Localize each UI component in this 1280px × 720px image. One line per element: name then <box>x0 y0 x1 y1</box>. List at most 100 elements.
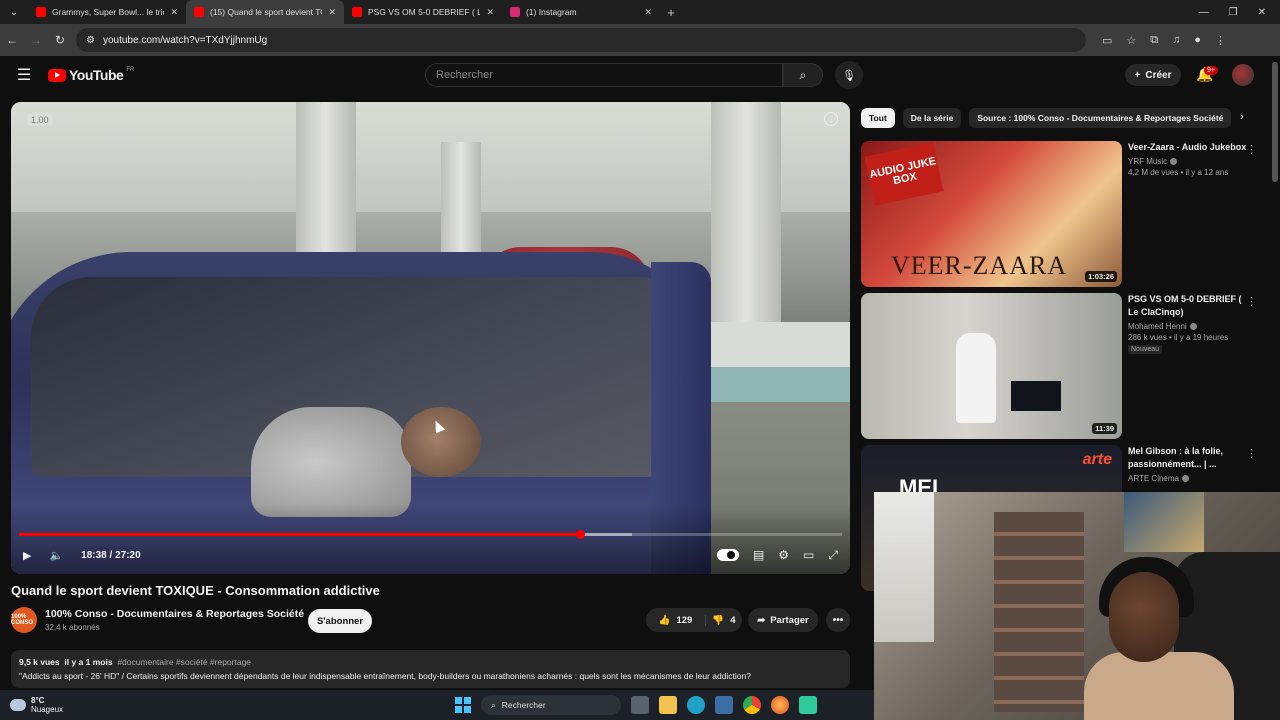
description-box[interactable]: 9,5 k vues il y a 1 mois #documentaire #… <box>11 650 850 688</box>
back-arrow-icon[interactable]: ← <box>0 33 24 47</box>
recommendation-meta: 286 k vues • il y a 19 heures <box>1128 333 1229 342</box>
profile-icon[interactable]: ● <box>1194 34 1201 46</box>
video-thumbnail[interactable]: AUDIO JUKE BOX VEER-ZAARA 1:03:26 <box>861 141 1122 287</box>
youtube-logo[interactable]: YouTube FR <box>48 67 134 83</box>
theater-mode-icon[interactable]: ▭ <box>803 548 814 562</box>
video-player[interactable]: 1.00 i ▶ 🔈 18:38 / 27:20 ▤ ⚙ ▭ ⤢ <box>11 102 850 574</box>
close-window-icon[interactable]: ✕ <box>1258 7 1266 18</box>
verified-check-icon <box>1170 158 1178 166</box>
share-button[interactable]: ➦ Partager <box>748 608 818 632</box>
more-options-icon[interactable]: ⋮ <box>1246 447 1257 460</box>
search-icon: ⌕ <box>799 67 807 82</box>
maximize-icon[interactable]: ❐ <box>1229 7 1238 18</box>
tab-search-icon[interactable]: ⌄ <box>0 0 28 24</box>
recommendation-channel: YRF Music <box>1128 157 1253 166</box>
taskbar-center: ⌕ Rechercher <box>455 695 817 715</box>
recommendation-title[interactable]: Mel Gibson : à la folie, passionnément..… <box>1128 445 1253 471</box>
forward-arrow-icon[interactable]: → <box>24 33 48 47</box>
subscribe-button[interactable]: S'abonner <box>308 609 372 633</box>
recommendation-item[interactable]: AUDIO JUKE BOX VEER-ZAARA 1:03:26 Veer-Z… <box>861 141 1271 289</box>
minimize-icon[interactable]: — <box>1199 7 1209 18</box>
taskbar-search[interactable]: ⌕ Rechercher <box>481 695 621 715</box>
chip-all[interactable]: Tout <box>861 108 895 128</box>
dislike-button[interactable]: 👎 4 <box>706 615 742 626</box>
recommendation-item[interactable]: 11:39 PSG VS OM 5-0 DEBRIEF ( Le ClaCinq… <box>861 293 1271 441</box>
close-tab-icon[interactable]: ✕ <box>644 7 652 18</box>
extensions-puzzle-icon[interactable]: ⧉ <box>1150 34 1158 47</box>
reload-icon[interactable]: ↻ <box>48 33 72 47</box>
window-controls: — ❐ ✕ <box>1199 7 1280 18</box>
create-button[interactable]: + Créer <box>1125 64 1181 86</box>
fullscreen-icon[interactable]: ⤢ <box>828 548 838 563</box>
recommendation-channel: Mohamed Henni <box>1128 322 1253 331</box>
description-text: "Addicts au sport - 26' HD" / Certains s… <box>19 671 751 681</box>
progress-bar[interactable] <box>19 530 842 539</box>
settings-gear-icon[interactable]: ⚙ <box>778 548 789 562</box>
search-button[interactable]: ⌕ <box>783 63 823 87</box>
site-info-icon[interactable]: ⚙ <box>86 35 95 46</box>
more-actions-button[interactable]: ••• <box>826 608 850 632</box>
subtitles-icon[interactable]: ▤ <box>753 548 764 562</box>
cast-icon[interactable]: ▭ <box>1102 34 1112 47</box>
chip-series[interactable]: De la série <box>902 108 962 128</box>
file-explorer-icon[interactable] <box>659 696 677 714</box>
webcam-shelf <box>994 512 1084 712</box>
channel-avatar[interactable]: 100% CONSO <box>11 607 37 633</box>
browser-tab-bar: ⌄ Grammys, Super Bowl... le triom ✕ (15)… <box>0 0 1280 24</box>
user-avatar[interactable] <box>1232 64 1254 86</box>
video-duration: 1:03:26 <box>1085 271 1117 282</box>
firefox-browser-icon[interactable] <box>771 696 789 714</box>
arte-logo: arte <box>1082 451 1112 468</box>
close-tab-icon[interactable]: ✕ <box>486 7 494 18</box>
voice-search-button[interactable]: 🎙 <box>835 61 863 89</box>
recommendation-title[interactable]: Veer-Zaara - Audio Jukebox <box>1128 141 1253 154</box>
like-button[interactable]: 👍 129 <box>646 614 706 626</box>
tab-title: (1) Instagram <box>526 7 577 17</box>
streaming-app-icon[interactable] <box>799 696 817 714</box>
close-tab-icon[interactable]: ✕ <box>170 7 178 18</box>
weather-widget[interactable]: 8°C Nuageux <box>0 696 63 714</box>
task-view-icon[interactable] <box>631 696 649 714</box>
hamburger-menu-icon[interactable]: ☰ <box>0 65 48 85</box>
new-badge: Nouveau <box>1128 345 1163 354</box>
microsoft-store-icon[interactable] <box>715 696 733 714</box>
microphone-icon: 🎙 <box>842 69 856 82</box>
more-options-icon[interactable]: ⋮ <box>1246 295 1257 308</box>
windows-start-icon[interactable] <box>455 697 471 713</box>
browser-tab[interactable]: (1) Instagram ✕ <box>502 0 660 24</box>
subscriber-count: 32,4 k abonnés <box>45 623 100 632</box>
search-icon: ⌕ <box>491 699 496 710</box>
edge-browser-icon[interactable] <box>687 696 705 714</box>
browser-menu-icon[interactable]: ⋮ <box>1215 34 1226 47</box>
page-scrollbar[interactable] <box>1272 62 1278 182</box>
volume-icon[interactable]: 🔈 <box>49 549 63 562</box>
info-icon[interactable]: i <box>824 112 838 126</box>
new-tab-plus-icon[interactable]: + <box>660 5 682 20</box>
youtube-header: ☰ YouTube FR Rechercher ⌕ 🎙 + Créer 🔔 <box>0 56 1280 94</box>
video-frame-person <box>251 407 411 517</box>
filter-chips: Tout De la série Source : 100% Conso - D… <box>861 107 1261 129</box>
video-thumbnail[interactable]: 11:39 <box>861 293 1122 439</box>
recommendation-channel: ARTE Cinema <box>1128 474 1253 483</box>
url-omnibox[interactable]: ⚙ youtube.com/watch?v=TXdYjjhnmUg <box>76 28 1086 52</box>
chip-source[interactable]: Source : 100% Conso - Documentaires & Re… <box>969 108 1232 128</box>
media-controls-icon[interactable]: ♫ <box>1172 34 1180 46</box>
search-input[interactable]: Rechercher <box>425 63 783 87</box>
player-controls: ▶ 🔈 18:38 / 27:20 ▤ ⚙ ▭ ⤢ <box>11 542 850 568</box>
more-options-icon[interactable]: ⋮ <box>1246 143 1257 156</box>
like-count: 129 <box>676 614 693 626</box>
chrome-browser-icon[interactable] <box>743 696 761 714</box>
recommendation-title[interactable]: PSG VS OM 5-0 DEBRIEF ( Le ClaCinqo) <box>1128 293 1253 319</box>
close-tab-icon[interactable]: ✕ <box>328 7 336 18</box>
weather-condition: Nuageux <box>31 705 64 714</box>
chips-next-arrow-icon[interactable]: › <box>1240 111 1244 123</box>
channel-name[interactable]: 100% Conso - Documentaires & Reportages … <box>45 608 304 620</box>
browser-tab[interactable]: Grammys, Super Bowl... le triom ✕ <box>28 0 186 24</box>
youtube-favicon-icon <box>352 7 362 17</box>
play-icon[interactable]: ▶ <box>23 549 31 562</box>
autoplay-toggle[interactable] <box>716 549 739 561</box>
hashtags[interactable]: #documentaire #société #reportage <box>117 657 251 667</box>
browser-tab-active[interactable]: (15) Quand le sport devient TOX ✕ <box>186 0 344 24</box>
bookmark-star-icon[interactable]: ☆ <box>1126 34 1136 47</box>
browser-tab[interactable]: PSG VS OM 5-0 DEBRIEF ( Le Cl ✕ <box>344 0 502 24</box>
